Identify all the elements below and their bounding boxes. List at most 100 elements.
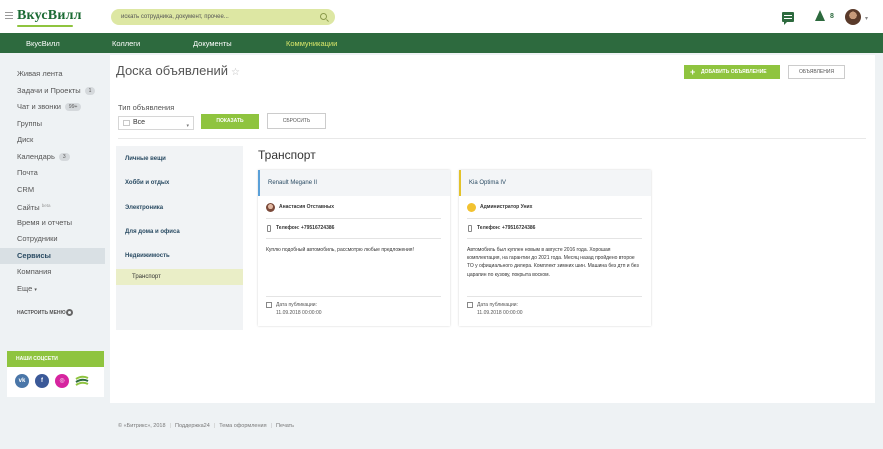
announcement-type-select[interactable]: Все ▾ [118,116,194,130]
page-title-text: Доска объявлений [116,63,229,78]
nav-item-vkusvill[interactable]: ВкусВилл [26,39,60,48]
announcement-card[interactable]: Kia Optima IV Администратор Униx Телефон… [459,170,651,326]
announcements-button[interactable]: ОБЪЯВЛЕНИЯ [788,65,845,79]
category-home-office[interactable]: Для дома и офиса [125,229,180,235]
sidebar-item-label: CRM [17,184,35,194]
separator: | [169,423,171,429]
top-header: ВкусВилл искать сотрудника, документ, пр… [0,0,883,33]
menu-icon[interactable] [5,12,13,21]
page-title: Доска объявлений ☆ [116,63,240,78]
notifications-count[interactable]: 8 [830,13,834,20]
author-avatar [266,203,275,212]
divider [467,296,642,297]
category-real-estate[interactable]: Недвижимость [125,253,170,259]
card-author[interactable]: Администратор Униx [467,203,532,212]
phone-icon [468,225,472,232]
vk-icon[interactable]: vk [15,374,29,388]
card-phone: Телефон: +79516724386 [467,225,536,232]
sidebar-item-label: Календарь [17,151,55,161]
logo-underline [17,25,73,27]
show-button[interactable]: ПОКАЗАТЬ [201,114,259,129]
counter-badge: 3 [58,152,70,161]
logo[interactable]: ВкусВилл [17,8,82,24]
sidebar-item-calendar[interactable]: Календарь 3 [0,149,105,166]
add-announcement-button[interactable]: + ДОБАВИТЬ ОБЪЯВЛЕНИЕ [684,65,780,79]
sidebar-item-label: Чат и звонки [17,102,61,111]
sidebar-item-company[interactable]: Компания [0,264,105,281]
calendar-icon [266,302,272,308]
divider [266,218,441,219]
date-label: Дата публикации: [477,302,518,308]
sidebar-item-time-reports[interactable]: Время и отчеты [0,215,105,232]
select-value: Все [133,119,146,126]
divider [266,238,441,239]
sidebar-item-groups[interactable]: Группы [0,116,105,133]
sidebar: Живая лента Задачи и Проекты 1 Чат и звон… [0,66,105,297]
search-icon[interactable] [320,13,327,20]
instagram-icon[interactable]: ◎ [55,374,69,388]
divider [467,238,642,239]
nav-item-communications[interactable]: Коммуникации [286,39,337,48]
phone-text: Телефон: +79516724386 [276,225,335,231]
sidebar-item-label: Задачи и Проекты [17,85,81,95]
card-text: Куплю подобный автомобиль, рассмотрю люб… [266,247,414,253]
phone-text: Телефон: +79516724386 [477,225,536,231]
sidebar-item-tasks[interactable]: Задачи и Проекты 1 [0,83,105,100]
plus-icon: + [690,67,696,77]
print-link[interactable]: Печать [276,423,294,429]
subcategory-transport[interactable]: Транспорт [116,269,243,285]
date-label: Дата публикации: [276,302,317,308]
sidebar-item-mail[interactable]: Почта [0,165,105,182]
sidebar-item-sites[interactable]: Сайты beta [0,198,105,215]
card-title[interactable]: Kia Optima IV [469,180,506,186]
sidebar-item-employees[interactable]: Сотрудники [0,231,105,248]
announcement-card[interactable]: Renault Megane II Анастасия Отставных Те… [258,170,450,326]
sidebar-item-chat[interactable]: Чат и звонки 99+ [0,99,105,116]
sidebar-item-more[interactable]: Еще ▾ [0,281,105,298]
category-list: Личные вещи Хобби и отдых Электроника Дл… [116,146,243,330]
date-value: 11.09.2018 00:00:00 [477,310,523,316]
social-widget: НАШИ СОЦСЕТИ vk f ◎ [7,351,104,397]
support-link[interactable]: Поддержка24 [175,423,210,429]
card-author[interactable]: Анастасия Отставных [266,203,334,212]
bell-icon[interactable] [815,10,825,21]
chat-icon[interactable] [782,12,794,25]
sidebar-item-label: Сайты [17,203,40,212]
configure-menu-link[interactable]: НАСТРОИТЬ МЕНЮ [17,310,66,316]
footer: © «Битрикс», 2018 | Поддержка24 | Тема оформ… [118,423,294,429]
gear-icon[interactable] [66,309,73,316]
facebook-icon[interactable]: f [35,374,49,388]
top-navigation: ВкусВилл Коллеги Документы Коммуникации [0,33,883,53]
avatar[interactable] [845,9,861,25]
sidebar-item-label: Сервисы [17,250,51,260]
category-icon [123,120,130,126]
sidebar-item-crm[interactable]: CRM [0,182,105,199]
card-accent [459,170,461,196]
sidebar-item-label: Время и отчеты [17,217,73,227]
sidebar-item-disk[interactable]: Диск [0,132,105,149]
star-icon[interactable]: ☆ [231,67,240,78]
theme-link[interactable]: Тема оформления [219,423,266,429]
brand-stripes-svg [75,375,89,386]
category-electronics[interactable]: Электроника [125,205,163,211]
card-header[interactable]: Kia Optima IV [459,170,651,196]
brand-stripes-icon[interactable] [75,374,89,388]
sidebar-item-label: Еще [17,283,33,293]
sidebar-item-label: Диск [17,135,34,144]
nav-item-documents[interactable]: Документы [193,39,232,48]
nav-item-colleagues[interactable]: Коллеги [112,39,140,48]
section-title: Транспорт [258,148,316,162]
card-header[interactable]: Renault Megane II [258,170,450,196]
category-hobby[interactable]: Хобби и отдых [125,180,169,186]
sidebar-item-label: Группы [17,118,42,128]
phone-icon [267,225,271,232]
sidebar-item-services[interactable]: Сервисы [0,247,105,264]
card-title[interactable]: Renault Megane II [268,180,317,186]
chevron-down-icon[interactable]: ▾ [865,15,868,22]
category-personal-items[interactable]: Личные вещи [125,156,166,162]
divider [118,138,866,139]
search-input[interactable]: искать сотрудника, документ, прочее... [111,9,335,25]
sidebar-item-live-feed[interactable]: Живая лента [0,66,105,83]
filter-label: Тип объявления [118,103,175,112]
reset-button[interactable]: СБРОСИТЬ [267,113,326,129]
